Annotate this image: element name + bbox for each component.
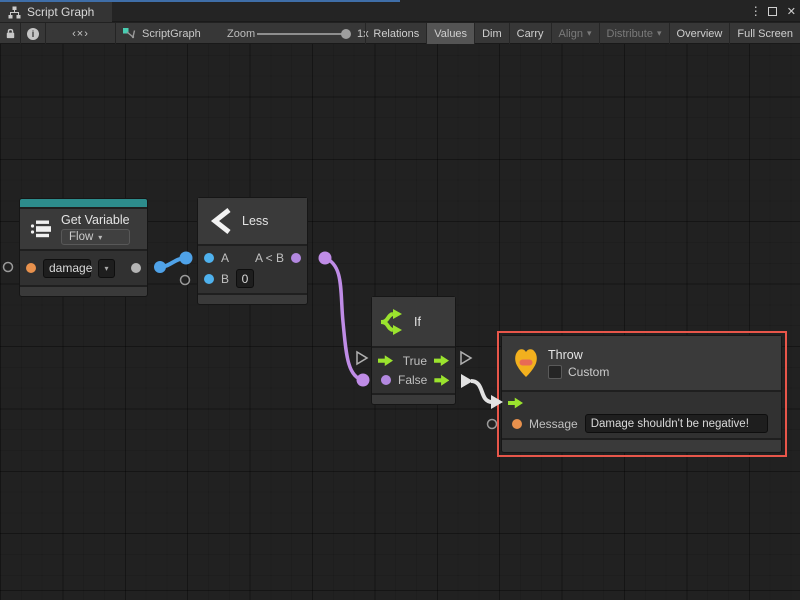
less-input-b-port[interactable] <box>204 274 214 284</box>
relations-button[interactable]: Relations <box>365 23 426 44</box>
less-header: Less <box>198 198 307 244</box>
full-screen-button[interactable]: Full Screen <box>729 23 800 44</box>
throw-footer <box>502 440 781 452</box>
tab-bar: Script Graph ⋮ ✕ <box>0 0 800 22</box>
throw-body: Message Damage shouldn't be negative! <box>502 392 781 438</box>
variable-value-output-port[interactable] <box>131 263 141 273</box>
if-false-output-port[interactable] <box>434 374 449 386</box>
window-controls: ⋮ ✕ <box>750 0 796 22</box>
if-false-label: False <box>398 373 427 387</box>
less-input-b-label: B <box>221 272 229 286</box>
custom-label: Custom <box>568 365 609 379</box>
if-title: If <box>414 315 421 329</box>
overview-button[interactable]: Overview <box>669 23 730 44</box>
get-variable-body: damage ▾ <box>20 251 147 285</box>
throw-message-label: Message <box>529 417 578 431</box>
code-icon: ‹×› <box>72 28 89 40</box>
graph-toolbar: i ‹×› ScriptGraph Zoom 1x Relations Valu… <box>0 23 800 44</box>
if-condition-port[interactable] <box>381 375 391 385</box>
variable-icon <box>30 218 53 240</box>
less-row-b: B 0 <box>198 269 307 288</box>
variable-kind-strip <box>20 199 147 207</box>
less-row-a: A A < B <box>198 251 307 265</box>
throw-row-message: Message Damage shouldn't be negative! <box>502 414 781 433</box>
if-true-label: True <box>403 354 427 368</box>
variable-name-dropdown-icon[interactable]: ▾ <box>98 259 115 278</box>
window-menu-icon[interactable]: ⋮ <box>750 4 758 18</box>
less-input-b-field[interactable]: 0 <box>236 269 254 288</box>
lock-button[interactable] <box>0 23 20 44</box>
graph-tab-icon <box>8 6 21 19</box>
get-variable-title: Get Variable <box>61 213 130 227</box>
throw-message-port[interactable] <box>512 419 522 429</box>
script-graph-window: Script Graph ⋮ ✕ i ‹×› <box>0 0 800 600</box>
variable-scope-dropdown[interactable]: Flow <box>61 229 130 245</box>
info-icon: i <box>27 28 39 40</box>
node-get-variable[interactable]: Get Variable Flow damage ▾ <box>19 198 148 297</box>
get-variable-footer <box>20 287 147 296</box>
tab-title: Script Graph <box>27 5 94 19</box>
code-preview-button[interactable]: ‹×› <box>46 23 115 44</box>
if-flow-input-port[interactable] <box>378 355 393 367</box>
close-icon[interactable]: ✕ <box>787 5 796 18</box>
maximize-icon[interactable] <box>768 7 777 16</box>
throw-header: Throw Custom <box>502 336 781 390</box>
node-if[interactable]: If True False <box>371 296 456 405</box>
node-throw[interactable]: Throw Custom Message Damage shouldn't be… <box>501 335 782 453</box>
distribute-dropdown[interactable]: Distribute <box>599 23 669 44</box>
less-input-a-port[interactable] <box>204 253 214 263</box>
variable-name-port[interactable] <box>26 263 36 273</box>
info-button[interactable]: i <box>21 23 45 44</box>
breadcrumb-label: ScriptGraph <box>142 28 201 40</box>
if-row-true: True <box>372 354 455 368</box>
if-row-false: False <box>372 373 455 387</box>
zoom-slider-handle[interactable] <box>341 29 351 39</box>
throw-row-flow <box>502 397 781 409</box>
zoom-label: Zoom <box>227 23 255 44</box>
tab-script-graph[interactable]: Script Graph <box>0 2 112 22</box>
throw-message-field[interactable]: Damage shouldn't be negative! <box>585 414 768 433</box>
view-buttons: Relations Values Dim Carry Align Distrib… <box>365 23 800 44</box>
carry-button[interactable]: Carry <box>509 23 551 44</box>
get-variable-header: Get Variable Flow <box>20 209 147 249</box>
less-footer <box>198 295 307 304</box>
if-true-output-port[interactable] <box>434 355 449 367</box>
less-body: A A < B B 0 <box>198 246 307 293</box>
script-graph-asset-icon <box>122 27 137 40</box>
values-button[interactable]: Values <box>426 23 474 44</box>
zoom-slider[interactable] <box>257 33 349 35</box>
throw-flow-input-port[interactable] <box>508 397 523 409</box>
error-shield-icon <box>512 346 540 380</box>
branch-icon <box>380 307 406 337</box>
less-output-label: A < B <box>255 251 284 265</box>
dim-button[interactable]: Dim <box>474 23 509 44</box>
less-than-icon <box>208 206 234 236</box>
align-dropdown[interactable]: Align <box>551 23 599 44</box>
if-footer <box>372 395 455 404</box>
less-title: Less <box>242 214 268 228</box>
lock-icon <box>4 27 17 40</box>
variable-name-field[interactable]: damage <box>43 259 91 278</box>
breadcrumb[interactable]: ScriptGraph <box>122 23 201 44</box>
less-input-a-label: A <box>221 251 229 265</box>
if-body: True False <box>372 348 455 393</box>
throw-title: Throw <box>548 348 609 362</box>
less-output-port[interactable] <box>291 253 301 263</box>
custom-checkbox[interactable] <box>548 365 562 379</box>
node-less[interactable]: Less A A < B B 0 <box>197 197 308 305</box>
if-header: If <box>372 297 455 346</box>
